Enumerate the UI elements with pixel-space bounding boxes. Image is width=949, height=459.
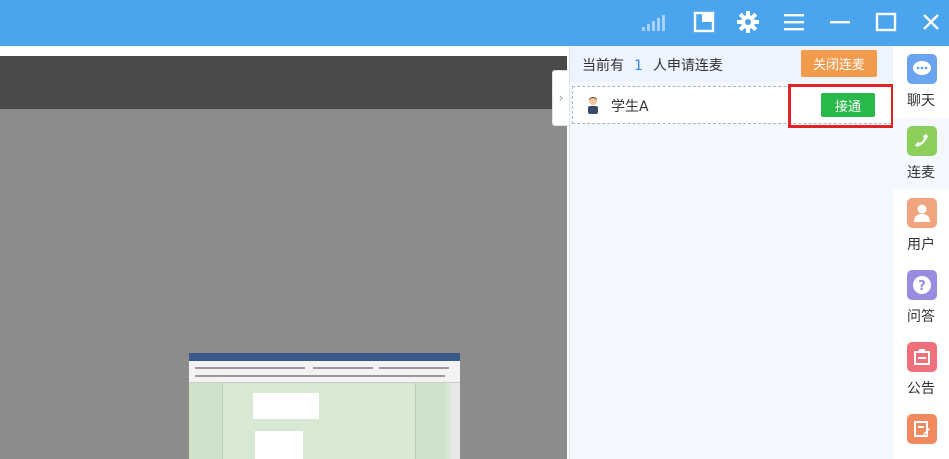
- thumbnail-scrollbar: [451, 383, 460, 459]
- thumbnail-tool-line: [379, 367, 449, 369]
- thumbnail-tool-line: [313, 367, 373, 369]
- user-icon: [907, 198, 937, 228]
- sidebar-item-label: 公告: [907, 381, 935, 397]
- edit-icon: [907, 414, 937, 444]
- student-avatar-icon: [585, 96, 601, 114]
- thumbnail-toolbar: [189, 361, 460, 383]
- sidebar-item-label: 聊天: [907, 93, 935, 109]
- student-name: 学生A: [611, 99, 649, 115]
- collapse-panel-tab[interactable]: ›: [552, 70, 569, 126]
- menu-icon[interactable]: [780, 8, 808, 36]
- thumbnail-list: [255, 431, 303, 459]
- video-area: [0, 56, 567, 459]
- thumbnail-title-bar: [189, 353, 460, 361]
- title-bar: [0, 0, 949, 46]
- request-prefix: 当前有: [582, 58, 624, 74]
- sidebar-item-qa[interactable]: ? 问答: [893, 262, 949, 334]
- window-snap-icon[interactable]: [690, 8, 718, 36]
- mic-request-panel: 当前有 1 人申请连麦 关闭连麦 学生A 接通: [569, 46, 894, 459]
- request-suffix: 人申请连麦: [652, 58, 723, 74]
- chat-icon: [907, 54, 937, 84]
- accept-button[interactable]: 接通: [821, 93, 875, 117]
- panel-header: 当前有 1 人申请连麦 关闭连麦: [570, 46, 894, 82]
- live-classroom-window: › 当前有 1 人申请连麦 关闭连麦 学生A 接通 聊天 连麦 用户 ? 问答 …: [0, 0, 949, 459]
- question-icon: ?: [907, 270, 937, 300]
- request-summary: 当前有 1 人申请连麦: [582, 55, 723, 75]
- request-count: 1: [634, 58, 643, 74]
- sidebar-item-chat[interactable]: 聊天: [893, 46, 949, 118]
- thumbnail-tool-line: [195, 375, 445, 377]
- sidebar-item-notice[interactable]: 公告: [893, 334, 949, 406]
- thumbnail-right-pane: [415, 383, 445, 459]
- sidebar-item-label: 问答: [907, 309, 935, 325]
- svg-text:?: ?: [918, 279, 926, 294]
- minimize-icon[interactable]: [826, 8, 854, 36]
- close-icon[interactable]: [917, 8, 945, 36]
- close-mic-button[interactable]: 关闭连麦: [801, 50, 877, 77]
- notice-icon: [907, 342, 937, 372]
- signal-icon: [640, 8, 668, 36]
- sidebar-item-edit[interactable]: [893, 406, 949, 459]
- thumbnail-dialog: [253, 393, 319, 419]
- chevron-right-icon: ›: [558, 91, 564, 105]
- sidebar-item-mic[interactable]: 连麦: [893, 118, 949, 190]
- screen-share-thumbnail[interactable]: [189, 353, 460, 459]
- video-top-band: [0, 56, 567, 109]
- thumbnail-left-pane: [189, 383, 223, 459]
- sidebar-item-label: 用户: [907, 237, 935, 253]
- maximize-icon[interactable]: [872, 8, 900, 36]
- sidebar-rail: 聊天 连麦 用户 ? 问答 公告: [893, 46, 949, 459]
- thumbnail-tool-line: [195, 367, 305, 369]
- sidebar-item-users[interactable]: 用户: [893, 190, 949, 262]
- phone-icon: [907, 126, 937, 156]
- sidebar-item-label: 连麦: [907, 165, 935, 181]
- request-row: 学生A 接通: [572, 86, 892, 124]
- settings-icon[interactable]: [734, 8, 762, 36]
